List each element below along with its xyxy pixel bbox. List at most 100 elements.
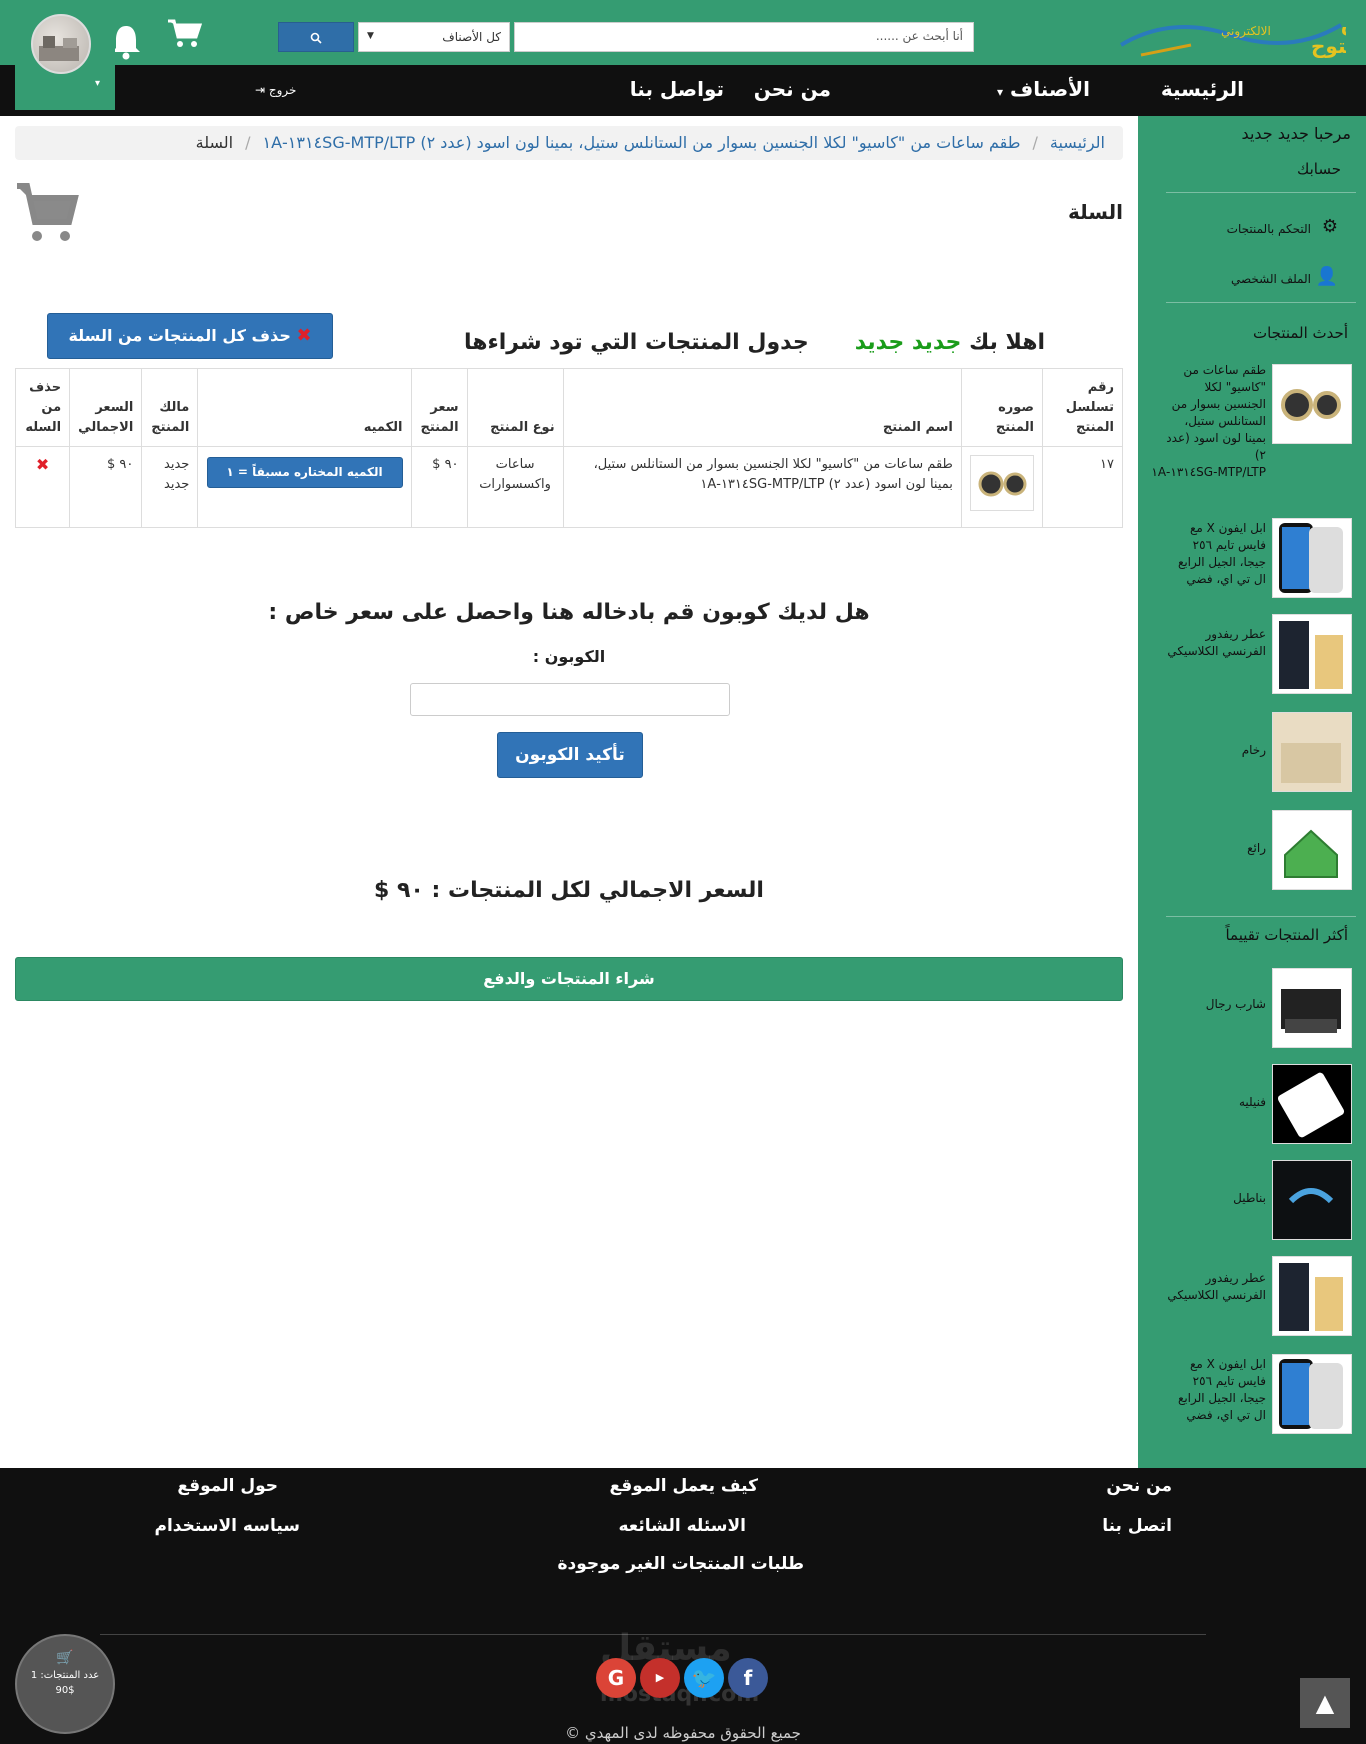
chevron-down-icon: ▾ [95,78,101,89]
cell-delete: ✖ [14,446,71,528]
cart-total: السعر الاجمالي لكل المنتجات : ٩٠ $ [374,878,764,903]
sidebar-product-name[interactable]: ابل ايفون X مع فايس تايم ٢٥٦ جيجا، الجيل… [1166,520,1266,588]
product-thumb[interactable] [1272,712,1352,792]
nav-categories[interactable]: الأصناف ▾ [997,77,1090,101]
delete-icon[interactable]: ✖ [24,455,61,475]
footer-about-site[interactable]: حول الموقع [177,1476,278,1496]
sidebar-item-control-products[interactable]: التحكم بالمنتجات [1227,222,1311,236]
facebook-icon[interactable]: f [728,1658,768,1698]
clear-cart-button[interactable]: ✖ حذف كل المنتجات من السلة [47,313,333,359]
coupon-input[interactable] [410,683,730,716]
floating-cart-count: عدد المنتجات: 1 [30,1670,100,1681]
product-thumb[interactable] [1272,968,1352,1048]
search-icon [310,32,322,44]
sidebar-product-name[interactable]: بناطيل [1166,1190,1266,1207]
chevron-down-icon: ▾ [997,85,1004,99]
top-bar: سوق المفتوح الالكتروني أنا أبحث عن .....… [0,0,1366,65]
cell-quantity: الكميه المختاره مسبقاً = ١ [197,446,412,528]
logout-icon: ⇥ [255,83,266,97]
cell-owner: جديد جديد [141,446,199,528]
logout-label: خروج [268,83,297,97]
cell-type: ساعات واكسسوارات [466,446,564,528]
nav-contact[interactable]: تواصل بنا [630,77,724,101]
welcome-text: مرحبا جديد جديد [1241,124,1351,143]
account-link[interactable]: حسابك [1297,160,1341,178]
product-thumb[interactable] [969,455,1034,511]
sidebar-product-name[interactable]: رخام [1166,742,1266,759]
sidebar-product-name[interactable]: طقم ساعات من "كاسيو" لكلا الجنسين بسوار … [1151,362,1266,481]
product-thumb[interactable] [1272,518,1352,598]
sidebar-product-name[interactable]: شارب رجال [1166,996,1266,1013]
divider [1166,192,1356,193]
svg-text:الالكتروني: الالكتروني [1221,24,1271,39]
cell-name[interactable]: طقم ساعات من "كاسيو" لكلا الجنسين بسوار … [562,446,962,528]
avatar[interactable] [31,14,91,74]
nav-about[interactable]: من نحن [754,77,831,101]
greeting-name: جديد جديد [854,330,962,355]
sidebar-product-name[interactable]: فنيليه [1166,1094,1266,1111]
col-quantity: الكميه [197,368,412,447]
footer-how[interactable]: كيف يعمل الموقع [610,1476,758,1496]
confirm-coupon-button[interactable]: تأكيد الكوبون [497,732,643,778]
footer-faq[interactable]: الاسئله الشائعه [619,1516,747,1536]
footer-about[interactable]: من نحن [1106,1476,1172,1496]
col-image: صوره المنتج [960,368,1043,447]
checkout-button[interactable]: شراء المنتجات والدفع [15,957,1123,1001]
col-type: نوع المنتج [466,368,564,447]
copyright: جميع الحقوق محفوظه لدى المهدي © [565,1724,801,1742]
search-button[interactable] [278,22,354,52]
sidebar-product-name[interactable]: عطر ريفدور الفرنسي الكلاسيكي [1166,1270,1266,1304]
col-total: السعر الاجمالي [69,368,143,447]
greeting-prefix: اهلا بك [969,330,1045,355]
twitter-icon[interactable]: 🐦 [684,1658,724,1698]
footer-contact[interactable]: اتصل بنا [1102,1516,1172,1536]
sidebar-product-name[interactable]: عطر ريفدور الفرنسي الكلاسيكي [1166,626,1266,660]
search-input[interactable]: أنا أبحث عن ...... [514,22,974,52]
col-price: سعر المنتج [410,368,468,447]
breadcrumb-separator: / [1032,133,1038,152]
youtube-icon[interactable]: ▶ [640,1658,680,1698]
sidebar-product-name[interactable]: ابل ايفون X مع فايس تايم ٢٥٦ جيجا، الجيل… [1166,1356,1266,1424]
quantity-button[interactable]: الكميه المختاره مسبقاً = ١ [206,457,403,488]
cell-price: ٩٠ $ [410,446,468,528]
sidebar-item-profile[interactable]: الملف الشخصي [1231,272,1311,286]
product-thumb[interactable] [1272,1160,1352,1240]
divider [1166,302,1356,303]
coupon-label: الكوبون : [532,647,606,666]
category-select-value: كل الأصناف [442,30,501,44]
page-title: السلة [1067,200,1123,224]
svg-text:سوق: سوق [1341,12,1346,36]
product-thumb[interactable] [1272,810,1352,890]
google-icon[interactable]: G [596,1658,636,1698]
footer: من نحن اتصل بنا كيف يعمل الموقع الاسئله … [0,1468,1366,1744]
logout-link[interactable]: خروج ⇥ [255,83,296,97]
cart-table: رقم تسلسل المنتج صوره المنتج اسم المنتج … [14,368,1124,528]
col-serial: رقم تسلسل المنتج [1041,368,1124,447]
cart-icon [17,183,79,241]
nav-home[interactable]: الرئيسية [1161,77,1244,101]
sidebar-product-name[interactable]: رائع [1166,840,1266,857]
svg-text:المفتوح: المفتوح [1311,34,1346,58]
product-thumb[interactable] [1272,364,1352,444]
divider [1166,916,1356,917]
right-sidebar: مرحبا جديد جديد حسابك ⚙ التحكم بالمنتجات… [1138,116,1366,1468]
scroll-to-top-button[interactable]: ▲ [1300,1678,1350,1728]
breadcrumb-product[interactable]: طقم ساعات من "كاسيو" لكلا الجنسين بسوار … [262,133,1020,152]
table-row: ١٧ طقم ساعات من "كاسيو" لكلا الجنسين بسو… [14,446,1124,528]
breadcrumb-home[interactable]: الرئيسية [1050,133,1105,152]
cart-icon[interactable] [166,17,202,49]
category-select[interactable]: كل الأصناف ▼ [358,22,510,52]
user-menu[interactable]: ▾ [15,0,115,110]
floating-cart[interactable]: 🛒 عدد المنتجات: 1 90$ [15,1634,115,1734]
latest-products-title: أحدث المنتجات [1252,324,1348,342]
site-logo[interactable]: سوق المفتوح الالكتروني [1111,5,1346,63]
product-thumb[interactable] [1272,614,1352,694]
product-thumb[interactable] [1272,1256,1352,1336]
product-thumb[interactable] [1272,1064,1352,1144]
footer-policy[interactable]: سياسه الاستخدام [155,1516,301,1536]
cell-total: ٩٠ $ [69,446,143,528]
col-delete: حذف من السله [14,368,71,447]
footer-requests[interactable]: طلبات المنتجات الغير موجودة [558,1554,805,1574]
product-thumb[interactable] [1272,1354,1352,1434]
cart-icon: 🛒 [56,1650,74,1666]
